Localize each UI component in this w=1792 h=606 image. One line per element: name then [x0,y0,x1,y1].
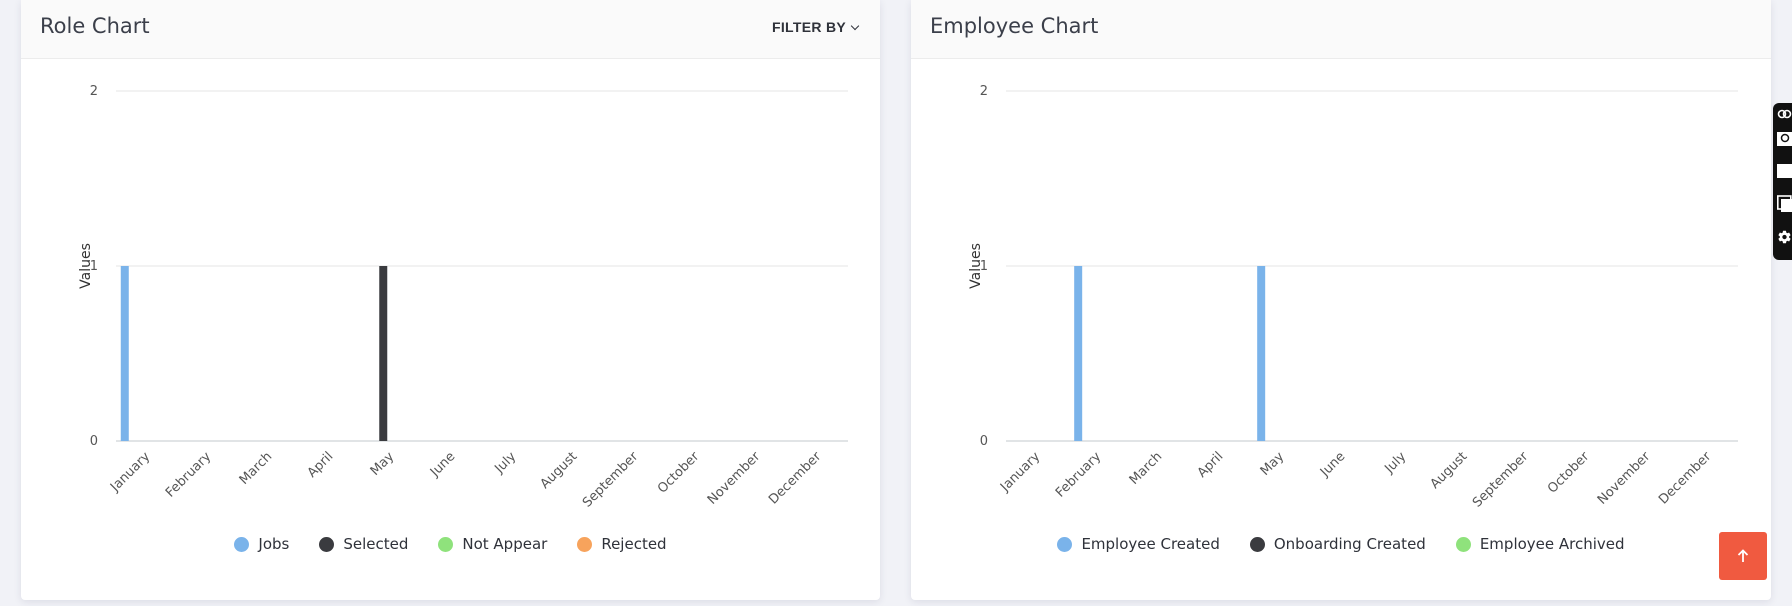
employee-chart-legend-label: Employee Archived [1479,535,1625,553]
role-chart-x-tick-label: December [766,449,825,508]
scroll-to-top-button[interactable] [1719,532,1767,580]
employee-chart-legend-item[interactable]: Employee Archived [1455,535,1625,553]
employee-chart-bar[interactable] [1074,266,1083,441]
role-chart-card: Role Chart FILTER BY 0 1 2 Values January Feb… [21,0,880,600]
arrow-up-icon [1737,549,1749,562]
employee-chart-x-tick-label: December [1656,449,1715,508]
employee-chart-legend-item[interactable]: Onboarding Created [1249,535,1426,553]
role-chart-legend-label: Not Appear [462,535,548,553]
role-chart-legend-item[interactable]: Not Appear [438,535,547,553]
role-chart-x-tick-label: June [427,449,458,480]
role-chart-legend-marker [438,536,454,552]
employee-chart-legend-label: Employee Created [1081,535,1220,553]
role-chart-x-tick-label: November [705,449,764,508]
side-toolbar [1773,103,1792,260]
role-chart-x-tick-label: February [163,449,215,501]
role-chart-x-tick-label: March [237,449,276,488]
role-chart-legend-item[interactable]: Rejected [577,535,667,553]
employee-chart-x-tick-label: August [1428,449,1471,492]
employee-chart-legend-item[interactable]: Employee Created [1057,535,1220,553]
role-chart-x-tick-label: July [491,449,519,477]
role-chart-y-axis-label: Values [78,243,94,289]
role-chart-x-tick-label: October [655,449,703,497]
employee-chart-x-tick-label: April [1195,449,1227,481]
window-icon[interactable] [1777,195,1792,213]
employee-chart-x-tick-label: November [1595,449,1654,508]
employee-chart-y-axis-label: Values [968,243,984,289]
employee-chart-x-tick-label: October [1545,449,1593,497]
role-chart-x-tick-label: August [538,449,581,492]
employee-chart-legend-marker [1057,536,1073,552]
role-chart-x-tick-label: January [107,449,153,495]
employee-chart-plot: 012ValuesJanuary February March April May Jun… [968,84,1738,511]
role-chart-x-tick-label: May [368,449,398,479]
role-chart-legend-label: Jobs [258,535,290,553]
role-chart-legend-item[interactable]: Jobs [234,535,289,553]
square-icon[interactable] [1777,163,1792,179]
role-chart-legend-label: Selected [343,535,409,553]
role-chart-x-tick-label: April [305,449,337,481]
role-chart-legend-marker [577,536,593,552]
role-chart-legend-label: Rejected [601,535,667,553]
employee-chart-legend-label: Onboarding Created [1273,535,1426,553]
gear-icon[interactable] [1777,225,1792,249]
role-chart-bar[interactable] [379,266,388,441]
employee-chart-legend-marker [1455,536,1471,552]
search-icon[interactable] [1777,131,1792,147]
role-chart-y-tick-label: 2 [90,84,98,99]
role-chart-legend-marker [319,536,335,552]
employee-chart-x-tick-label: May [1258,449,1288,479]
employee-chart-x-tick-label: February [1053,449,1105,501]
employee-chart-legend: Employee Created Onboarding Created Employ… [911,535,1771,553]
role-chart-bar[interactable] [120,266,129,441]
role-chart-plot: 012ValuesJanuary February March April May Jun… [78,84,848,511]
employee-chart-y-tick-label: 2 [980,84,988,99]
employee-chart-legend-marker [1249,536,1265,552]
employee-chart-y-tick-label: 0 [980,434,988,449]
role-chart-legend-item[interactable]: Selected [319,535,408,553]
link-icon[interactable] [1777,107,1792,121]
employee-chart-x-tick-label: July [1381,449,1409,477]
employee-chart-card: Employee Chart 0 1 2 Values January February M… [911,0,1771,600]
employee-chart-x-tick-label: June [1317,449,1348,480]
employee-chart-x-tick-label: January [997,449,1043,495]
employee-chart-x-tick-label: September [1470,449,1532,511]
role-chart-x-tick-label: September [580,449,642,511]
employee-chart-bar[interactable] [1257,266,1266,441]
role-chart-legend: Jobs Selected Not Appear Rejected [21,535,880,553]
employee-chart-x-tick-label: March [1127,449,1166,488]
role-chart-legend-marker [234,536,250,552]
role-chart-y-tick-label: 0 [90,434,98,449]
